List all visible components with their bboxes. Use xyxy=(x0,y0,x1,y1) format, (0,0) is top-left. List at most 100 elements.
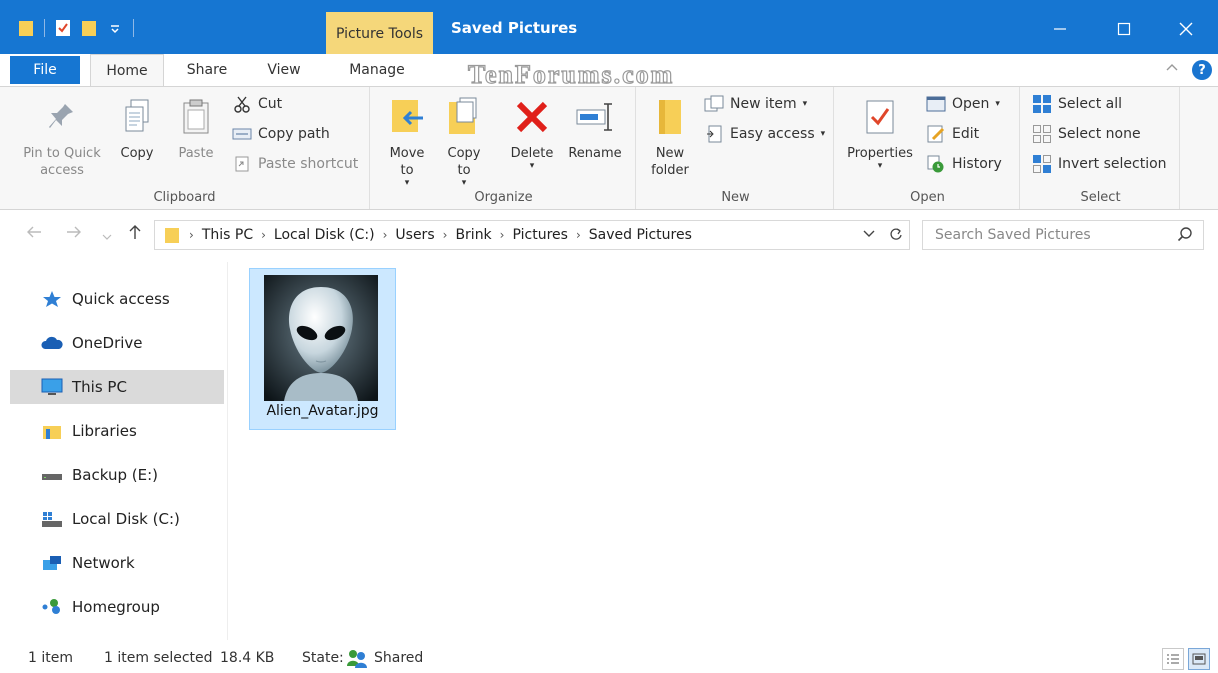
nav-item-label: Quick access xyxy=(72,290,170,308)
refresh-button[interactable] xyxy=(889,227,903,245)
breadcrumb-brink[interactable]: Brink xyxy=(455,227,491,243)
copy-button[interactable]: Copy xyxy=(112,93,162,162)
easy-access-button[interactable]: Easy access ▾ xyxy=(704,125,825,143)
properties-check-icon[interactable] xyxy=(55,18,71,38)
rename-button[interactable]: Rename xyxy=(564,93,626,162)
move-to-icon xyxy=(392,100,423,132)
paste-button[interactable]: Paste xyxy=(168,93,224,162)
history-icon xyxy=(927,155,944,173)
details-view-button[interactable] xyxy=(1162,648,1184,670)
search-input[interactable]: Search Saved Pictures xyxy=(922,220,1204,250)
invert-selection-button[interactable]: Invert selection xyxy=(1032,155,1167,173)
tab-manage[interactable]: Manage xyxy=(330,54,424,86)
copy-path-button[interactable]: Copy path xyxy=(232,125,330,143)
paste-shortcut-button[interactable]: Paste shortcut xyxy=(232,155,358,173)
cut-button[interactable]: Cut xyxy=(232,95,282,113)
recent-locations-button[interactable] xyxy=(102,226,112,245)
clipboard-group-label: Clipboard xyxy=(153,190,216,205)
breadcrumb-saved-pictures[interactable]: Saved Pictures xyxy=(589,227,692,243)
customize-toolbar-icon[interactable] xyxy=(107,18,123,38)
move-to-button[interactable]: Move to ▾ xyxy=(382,93,432,188)
details-view-icon xyxy=(1167,654,1179,664)
up-button[interactable] xyxy=(128,224,142,244)
shared-people-icon xyxy=(346,648,368,672)
network-icon xyxy=(40,553,64,573)
search-placeholder: Search Saved Pictures xyxy=(935,227,1091,243)
monitor-icon xyxy=(40,377,64,397)
history-button[interactable]: History xyxy=(926,155,1002,173)
file-name-label: Alien_Avatar.jpg xyxy=(266,403,379,419)
close-button[interactable] xyxy=(1166,14,1206,44)
edit-label: Edit xyxy=(952,126,980,142)
copy-to-button[interactable]: Copy to ▾ xyxy=(440,93,488,188)
select-none-button[interactable]: Select none xyxy=(1032,125,1141,143)
select-all-button[interactable]: Select all xyxy=(1032,95,1122,113)
large-icons-view-icon xyxy=(1192,653,1206,665)
breadcrumb-this-pc[interactable]: This PC xyxy=(202,227,253,243)
picture-tools-context-tab: Picture Tools xyxy=(326,12,433,54)
open-button[interactable]: Open ▾ xyxy=(926,95,1000,113)
edit-button[interactable]: Edit xyxy=(926,125,979,143)
forward-button[interactable] xyxy=(66,224,82,243)
nav-item-label: Libraries xyxy=(72,422,137,440)
delete-button[interactable]: Delete ▾ xyxy=(506,93,558,171)
nav-item-network[interactable]: Network xyxy=(10,546,224,580)
paste-label: Paste xyxy=(178,146,214,161)
nav-item-libraries[interactable]: Libraries xyxy=(10,414,224,448)
tab-view[interactable]: View xyxy=(254,54,314,86)
file-item-selected[interactable]: Alien_Avatar.jpg xyxy=(249,268,396,430)
nav-item-backup-drive[interactable]: Backup (E:) xyxy=(10,458,224,492)
nav-item-local-disk[interactable]: Local Disk (C:) xyxy=(10,502,224,536)
search-icon[interactable] xyxy=(1177,226,1193,246)
minimize-button[interactable] xyxy=(1040,14,1080,44)
nav-item-label: Homegroup xyxy=(72,598,160,616)
invert-selection-icon xyxy=(1033,155,1051,173)
homegroup-icon xyxy=(40,597,64,617)
quick-access-toolbar xyxy=(18,18,134,38)
new-folder-icon[interactable] xyxy=(81,18,97,38)
open-label: Open xyxy=(952,96,990,112)
nav-item-this-pc[interactable]: This PC xyxy=(10,370,224,404)
breadcrumb-local-disk[interactable]: Local Disk (C:) xyxy=(274,227,375,243)
refresh-icon xyxy=(890,228,902,240)
new-folder-button[interactable]: New folder xyxy=(642,93,698,179)
pin-icon xyxy=(49,104,73,128)
nav-item-quick-access[interactable]: Quick access xyxy=(10,282,224,316)
windows-drive-icon xyxy=(40,509,64,529)
tab-share[interactable]: Share xyxy=(176,54,238,86)
address-history-dropdown[interactable] xyxy=(863,227,875,245)
large-icons-view-button[interactable] xyxy=(1188,648,1210,670)
breadcrumb-users[interactable]: Users xyxy=(395,227,434,243)
easy-access-label: Easy access xyxy=(730,126,815,142)
new-item-button[interactable]: New item ▾ xyxy=(704,95,807,113)
tab-home[interactable]: Home xyxy=(90,54,164,86)
pin-to-quick-access-button[interactable]: Pin to Quick access xyxy=(16,93,108,179)
selected-size: 18.4 KB xyxy=(220,650,275,666)
copy-to-label: Copy to xyxy=(447,146,481,178)
maximize-button[interactable] xyxy=(1104,14,1144,44)
minimize-ribbon-button[interactable] xyxy=(1166,60,1178,76)
drive-icon xyxy=(40,465,64,485)
copy-label: Copy xyxy=(120,146,154,161)
tab-file[interactable]: File xyxy=(10,56,80,84)
copy-to-icon xyxy=(449,97,477,134)
help-icon[interactable]: ? xyxy=(1192,60,1212,80)
properties-button[interactable]: Properties ▾ xyxy=(842,93,918,171)
edit-pencil-icon xyxy=(927,125,945,143)
forward-arrow-icon xyxy=(67,226,81,238)
move-to-label: Move to xyxy=(389,146,425,178)
nav-item-label: Network xyxy=(72,554,135,572)
folder-icon[interactable] xyxy=(18,18,34,38)
libraries-icon xyxy=(40,421,64,441)
nav-item-homegroup[interactable]: Homegroup xyxy=(10,590,224,624)
nav-item-onedrive[interactable]: OneDrive xyxy=(10,326,224,360)
easy-access-icon xyxy=(707,125,722,143)
properties-icon xyxy=(866,100,894,134)
address-bar[interactable]: › This PC › Local Disk (C:) › Users › Br… xyxy=(154,220,910,250)
rename-icon xyxy=(576,103,612,131)
state-label: State: xyxy=(302,650,344,666)
toolbar-separator xyxy=(133,19,134,37)
breadcrumb-pictures[interactable]: Pictures xyxy=(512,227,567,243)
clipboard-group: Pin to Quick access Copy Paste Cut Copy … xyxy=(0,87,370,209)
back-button[interactable] xyxy=(26,224,42,243)
